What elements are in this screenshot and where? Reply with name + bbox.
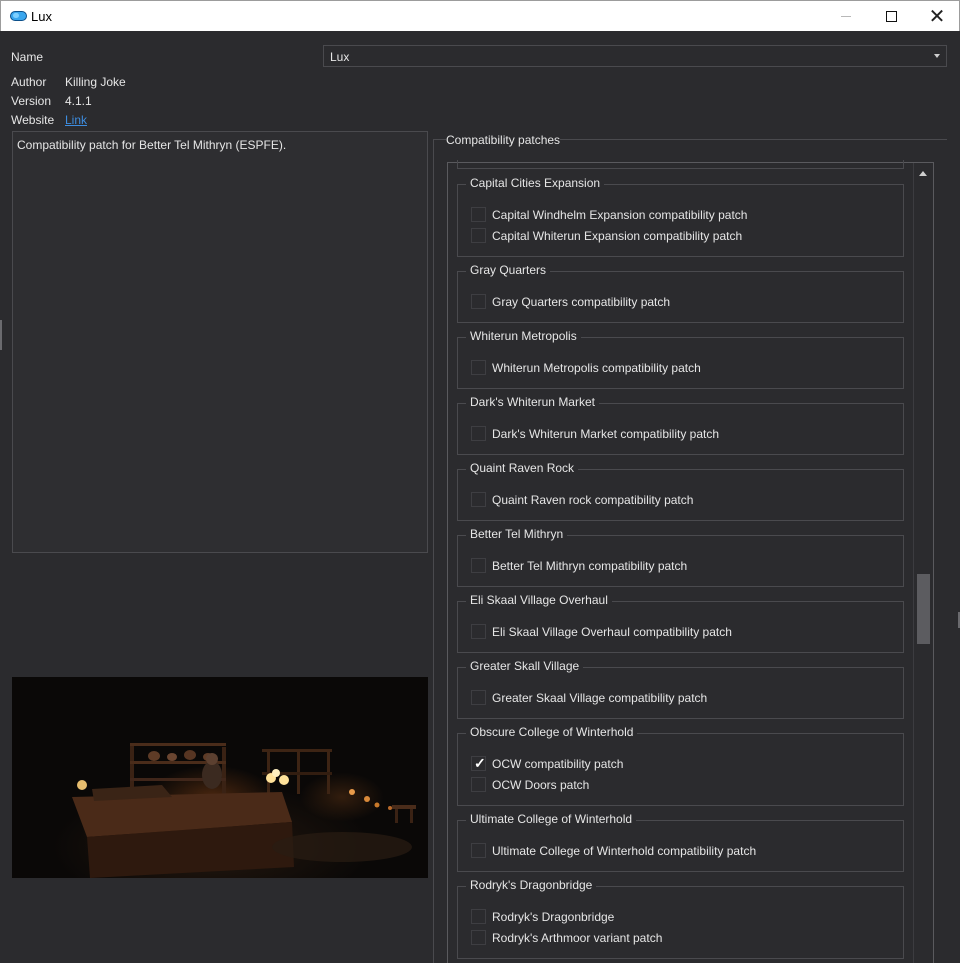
patch-option-label: Eli Skaal Village Overhaul compatibility… — [492, 625, 732, 639]
minimize-icon — [841, 16, 851, 17]
patch-option[interactable]: Ultimate College of Winterhold compatibi… — [471, 843, 891, 859]
partial-group — [457, 160, 904, 169]
patch-checkbox[interactable] — [471, 228, 486, 243]
patch-checkbox[interactable] — [471, 294, 486, 309]
patch-option-label: Rodryk's Arthmoor variant patch — [492, 931, 663, 945]
patch-group: Whiterun Metropolis Whiterun Metropolis c… — [457, 329, 904, 389]
patch-checkbox[interactable] — [471, 755, 486, 772]
patch-checkbox[interactable] — [471, 360, 486, 375]
preview-image — [12, 677, 428, 878]
vertical-scrollbar[interactable] — [913, 163, 933, 963]
patch-group-title: Dark's Whiterun Market — [466, 395, 599, 409]
patch-option-label: OCW Doors patch — [492, 778, 590, 792]
maximize-icon — [885, 10, 897, 22]
name-select[interactable]: Lux — [323, 45, 947, 67]
patch-checkbox[interactable] — [471, 492, 486, 507]
patch-group: Quaint Raven Rock Quaint Raven rock compa… — [457, 461, 904, 521]
description-box[interactable]: Compatibility patch for Better Tel Mithr… — [12, 131, 428, 553]
patch-option-label: Capital Windhelm Expansion compatibility… — [492, 208, 748, 222]
patch-checkbox[interactable] — [471, 207, 486, 222]
window-title: Lux — [31, 9, 52, 24]
patch-option[interactable]: Eli Skaal Village Overhaul compatibility… — [471, 624, 891, 640]
patch-option-label: Dark's Whiterun Market compatibility pat… — [492, 427, 720, 441]
author-label: Author — [11, 75, 47, 89]
patch-option-label: Capital Whiterun Expansion compatibility… — [492, 229, 743, 243]
patch-group: Gray Quarters Gray Quarters compatibility… — [457, 263, 904, 323]
patch-option-label: Ultimate College of Winterhold compatibi… — [492, 844, 757, 858]
patch-group: Ultimate College of Winterhold Ultimate C… — [457, 812, 904, 872]
minimize-button[interactable] — [823, 1, 869, 31]
patch-option[interactable]: Quaint Raven rock compatibility patch — [471, 492, 891, 508]
app-icon — [10, 11, 27, 21]
patch-group-title: Better Tel Mithryn — [466, 527, 568, 541]
patch-option[interactable]: OCW compatibility patch — [471, 755, 891, 772]
scroll-up-icon[interactable] — [919, 171, 927, 176]
compat-patches-title: Compatibility patches — [446, 133, 561, 147]
name-select-value: Lux — [330, 50, 350, 64]
patch-checkbox[interactable] — [471, 777, 486, 792]
patch-group-title: Quaint Raven Rock — [466, 461, 579, 475]
patch-group: Better Tel Mithryn Better Tel Mithryn com… — [457, 527, 904, 587]
patch-option[interactable]: Whiterun Metropolis compatibility patch — [471, 360, 891, 376]
patch-option[interactable]: OCW Doors patch — [471, 777, 891, 793]
patch-group: Eli Skaal Village Overhaul Eli Skaal Vill… — [457, 593, 904, 653]
patch-group-title: Gray Quarters — [466, 263, 551, 277]
patch-group-title: Whiterun Metropolis — [466, 329, 581, 343]
close-button[interactable]: ✕ — [914, 1, 960, 31]
patch-checkbox[interactable] — [471, 624, 486, 639]
patch-group: Greater Skall Village Greater Skaal Villa… — [457, 659, 904, 719]
patch-option-label: Quaint Raven rock compatibility patch — [492, 493, 694, 507]
patch-group: Rodryk's Dragonbridge Rodryk's Dragonbrid… — [457, 878, 904, 959]
patch-checkbox[interactable] — [471, 690, 486, 705]
patch-option-label: Whiterun Metropolis compatibility patch — [492, 361, 701, 375]
patch-option[interactable]: Capital Windhelm Expansion compatibility… — [471, 207, 891, 223]
patch-option[interactable]: Greater Skaal Village compatibility patc… — [471, 690, 891, 706]
website-label: Website — [11, 113, 55, 127]
patch-group: Dark's Whiterun Market Dark's Whiterun Ma… — [457, 395, 904, 455]
author-value: Killing Joke — [65, 75, 126, 89]
patch-checkbox[interactable] — [471, 843, 486, 858]
patch-option[interactable]: Rodryk's Arthmoor variant patch — [471, 930, 891, 946]
title-bar: Lux ✕ — [0, 0, 960, 31]
patch-group-title: Ultimate College of Winterhold — [466, 812, 637, 826]
patch-option[interactable]: Capital Whiterun Expansion compatibility… — [471, 228, 891, 244]
patch-option[interactable]: Dark's Whiterun Market compatibility pat… — [471, 426, 891, 442]
patch-checkbox[interactable] — [471, 426, 486, 441]
patch-option-label: Better Tel Mithryn compatibility patch — [492, 559, 688, 573]
patch-group-title: Rodryk's Dragonbridge — [466, 878, 597, 892]
scroll-thumb[interactable] — [917, 574, 930, 644]
chevron-down-icon — [934, 54, 940, 58]
patch-option[interactable]: Rodryk's Dragonbridge — [471, 909, 891, 925]
splitter-handle[interactable] — [0, 320, 2, 350]
version-value: 4.1.1 — [65, 94, 92, 108]
website-link[interactable]: Link — [65, 113, 87, 127]
patch-group-title: Capital Cities Expansion — [466, 176, 605, 190]
maximize-button[interactable] — [868, 1, 914, 31]
patch-group-title: Eli Skaal Village Overhaul — [466, 593, 612, 607]
patch-option-label: Greater Skaal Village compatibility patc… — [492, 691, 708, 705]
patch-checkbox[interactable] — [471, 909, 486, 924]
patch-group: Capital Cities Expansion Capital Windhelm… — [457, 176, 904, 257]
patch-option[interactable]: Gray Quarters compatibility patch — [471, 294, 891, 310]
patch-option[interactable]: Better Tel Mithryn compatibility patch — [471, 558, 891, 574]
description-text: Compatibility patch for Better Tel Mithr… — [17, 138, 287, 152]
patch-checkbox[interactable] — [471, 930, 486, 945]
patch-checkbox[interactable] — [471, 558, 486, 573]
patch-option-label: Gray Quarters compatibility patch — [492, 295, 671, 309]
name-label: Name — [11, 50, 44, 64]
patch-option-label: Rodryk's Dragonbridge — [492, 910, 615, 924]
patch-group: Obscure College of Winterhold OCW compati… — [457, 725, 904, 806]
patch-group-title: Obscure College of Winterhold — [466, 725, 638, 739]
patch-option-label: OCW compatibility patch — [492, 757, 624, 771]
patch-group-title: Greater Skall Village — [466, 659, 584, 673]
version-label: Version — [11, 94, 52, 108]
